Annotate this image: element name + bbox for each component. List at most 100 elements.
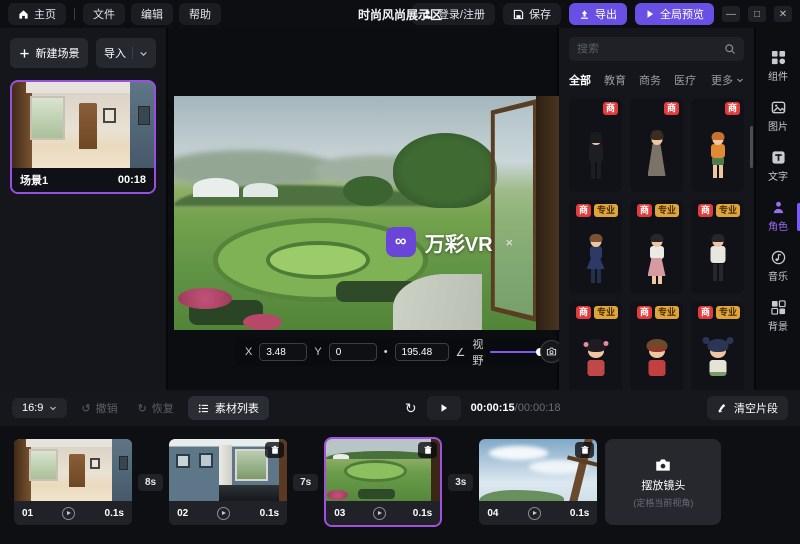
redo-button[interactable]: ↻ 恢复 — [132, 396, 180, 420]
clip-index: 01 — [22, 508, 33, 519]
x-input[interactable] — [259, 343, 307, 361]
clip-play-icon[interactable] — [62, 507, 75, 520]
character-card-casual-man[interactable]: 商专业 — [691, 200, 744, 294]
character-icon — [771, 200, 786, 215]
watermark-close-icon[interactable]: × — [506, 235, 514, 250]
character-card-casual-woman[interactable]: 商专业 — [630, 200, 683, 294]
delete-clip-button[interactable] — [575, 442, 594, 458]
preview-3d-view[interactable]: ∞ 万彩VR × — [174, 96, 559, 330]
upload-icon — [579, 9, 590, 20]
character-card-chibi-girl-blue[interactable]: 商专业 — [691, 302, 744, 390]
tab-more[interactable]: 更多 — [711, 72, 744, 88]
asset-type-rail: 组件 图片 文字 角色 — [756, 28, 800, 390]
window-close-button[interactable]: ✕ — [774, 6, 792, 22]
rail-item-music[interactable]: 音乐 — [756, 248, 800, 285]
badge-shang: 商 — [637, 306, 652, 319]
import-button[interactable]: 导入 — [96, 38, 156, 68]
tab-all[interactable]: 全部 — [569, 72, 591, 88]
clear-clips-button[interactable]: 清空片段 — [707, 396, 788, 420]
loop-playback-icon[interactable]: ↻ — [405, 400, 417, 417]
gap-duration-2[interactable]: 7s — [293, 474, 318, 491]
home-icon — [18, 9, 29, 20]
badge-pro: 专业 — [716, 306, 740, 319]
export-button[interactable]: 导出 — [569, 3, 627, 25]
delete-clip-button[interactable] — [418, 442, 437, 458]
clip-play-icon[interactable] — [528, 507, 541, 520]
wancai-logo-icon: ∞ — [386, 227, 416, 257]
delete-clip-button[interactable] — [265, 442, 284, 458]
menu-file[interactable]: 文件 — [83, 3, 125, 25]
save-button[interactable]: 保存 — [503, 3, 561, 25]
rotation-input[interactable] — [395, 343, 449, 361]
image-icon — [771, 100, 786, 115]
badge-pro: 专业 — [716, 204, 740, 217]
clip-play-icon[interactable] — [217, 507, 230, 520]
clip-03-selected[interactable]: 03 0.1s — [324, 437, 442, 527]
scrollbar[interactable] — [750, 126, 753, 168]
plus-icon — [19, 48, 30, 59]
global-preview-button[interactable]: 全局预览 — [635, 3, 714, 25]
badge-shang: 商 — [576, 204, 591, 217]
watermark-text: 万彩VR — [425, 228, 493, 257]
place-camera-title: 摆放镜头 — [641, 477, 685, 493]
character-figure — [639, 128, 675, 186]
chevron-down-icon — [49, 404, 57, 412]
rail-item-images[interactable]: 图片 — [756, 98, 800, 135]
camera-icon — [654, 456, 672, 474]
character-card-hanfu-man[interactable]: 商 — [630, 98, 683, 192]
tab-business[interactable]: 商务 — [639, 72, 661, 88]
clip-01[interactable]: 01 0.1s — [14, 439, 132, 525]
aspect-ratio-dropdown[interactable]: 16:9 — [12, 398, 67, 418]
y-input[interactable] — [329, 343, 377, 361]
window-minimize-button[interactable]: — — [722, 6, 740, 22]
chevron-down-icon — [139, 49, 148, 58]
badge-pro: 专业 — [655, 306, 679, 319]
scene-card-selected[interactable]: 场景1 00:18 — [10, 80, 156, 194]
clip-02[interactable]: 02 0.1s — [169, 439, 287, 525]
rail-item-background[interactable]: 背景 — [756, 298, 800, 335]
text-icon — [771, 150, 786, 165]
rail-item-text[interactable]: 文字 — [756, 148, 800, 185]
character-figure — [578, 128, 614, 186]
place-camera-card[interactable]: 摆放镜头 (定格当前视角) — [605, 439, 721, 525]
app-window: 主页 文件 编辑 帮助 时尚风尚展示区 登录/注册 保存 — [0, 0, 800, 544]
broom-icon — [717, 403, 728, 414]
timeline-clips-track: 01 0.1s 8s 02 0.1s 7s — [0, 426, 800, 544]
tab-education[interactable]: 教育 — [604, 72, 626, 88]
character-card-business-woman[interactable]: 商 — [569, 98, 622, 192]
timeline-play-button[interactable] — [427, 396, 461, 420]
search-icon — [724, 43, 736, 55]
character-card-chibi-girl-red[interactable]: 商专业 — [569, 302, 622, 390]
badge-shang: 商 — [637, 204, 652, 217]
clip-04[interactable]: 04 0.1s — [479, 439, 597, 525]
scene-duration: 00:18 — [118, 174, 146, 186]
gap-duration-1[interactable]: 8s — [138, 474, 163, 491]
time-current: 00:00:15 — [471, 402, 515, 414]
search-input[interactable] — [577, 43, 718, 55]
main-area: 新建场景 导入 场景1 00:18 — [0, 28, 800, 390]
search-box[interactable] — [569, 37, 744, 61]
character-grid: 商 商 商 商专业 商专业 — [569, 98, 744, 390]
badge-shang: 商 — [725, 102, 740, 115]
character-card-casual-boy[interactable]: 商 — [691, 98, 744, 192]
preview-canvas[interactable]: ∞ 万彩VR × X Y • ∠ 视野 — [168, 28, 557, 390]
bullet-separator: • — [384, 346, 388, 358]
playback-time: 00:00:15/00:00:18 — [471, 402, 561, 414]
list-icon — [198, 403, 209, 414]
menu-help[interactable]: 帮助 — [179, 3, 221, 25]
clip-index: 04 — [487, 508, 498, 519]
character-card-chibi-boy[interactable]: 商专业 — [630, 302, 683, 390]
gap-duration-3[interactable]: 3s — [448, 474, 473, 491]
new-scene-button[interactable]: 新建场景 — [10, 38, 88, 68]
character-card-school-girl[interactable]: 商专业 — [569, 200, 622, 294]
rail-item-characters[interactable]: 角色 — [756, 198, 800, 235]
window-maximize-button[interactable]: □ — [748, 6, 766, 22]
material-list-button[interactable]: 素材列表 — [188, 396, 269, 420]
undo-button[interactable]: ↺ 撤销 — [75, 396, 123, 420]
menu-home[interactable]: 主页 — [8, 3, 66, 25]
tab-medical[interactable]: 医疗 — [674, 72, 696, 88]
menu-edit[interactable]: 编辑 — [131, 3, 173, 25]
rail-item-components[interactable]: 组件 — [756, 48, 800, 85]
category-tabs: 全部 教育 商务 医疗 更多 — [569, 72, 744, 88]
clip-play-icon[interactable] — [373, 507, 386, 520]
